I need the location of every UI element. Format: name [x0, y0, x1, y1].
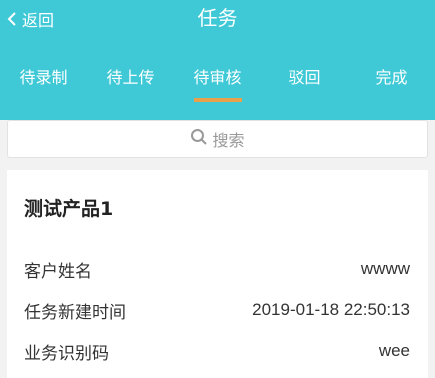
search-input[interactable]: 搜索	[7, 120, 428, 158]
field-label: 业务识别码	[24, 343, 109, 364]
product-name: 测试产品1	[24, 198, 114, 220]
field-value: wwww	[360, 259, 410, 278]
field-value: wee	[378, 341, 410, 360]
tab-rejected[interactable]: 驳回	[261, 58, 348, 102]
page-title: 任务	[197, 6, 238, 30]
field-value: 2019-01-18 22:50:13	[252, 300, 410, 319]
field-row: 客户姓名 wwww	[24, 256, 410, 282]
tab-pending-record[interactable]: 待录制	[0, 58, 87, 102]
tab-pending-upload[interactable]: 待上传	[87, 58, 174, 102]
top-bar: 返回 任务	[0, 0, 435, 40]
field-label: 任务新建时间	[24, 302, 126, 323]
search-placeholder: 搜索	[212, 131, 245, 150]
search-icon	[190, 128, 212, 150]
field-row: 业务识别码 wee	[24, 338, 410, 364]
status-tabs: 待录制 待上传 待审核 驳回 完成	[0, 58, 435, 102]
header-bar: 返回 任务 待录制 待上传 待审核 驳回 完成	[0, 0, 435, 120]
field-label: 客户姓名	[24, 261, 92, 282]
task-card[interactable]: 测试产品1 客户姓名 wwww 任务新建时间 2019-01-18 22:50:…	[7, 170, 428, 378]
field-row: 任务新建时间 2019-01-18 22:50:13	[24, 297, 410, 323]
tab-pending-review[interactable]: 待审核	[174, 58, 261, 102]
tab-completed[interactable]: 完成	[348, 58, 435, 102]
